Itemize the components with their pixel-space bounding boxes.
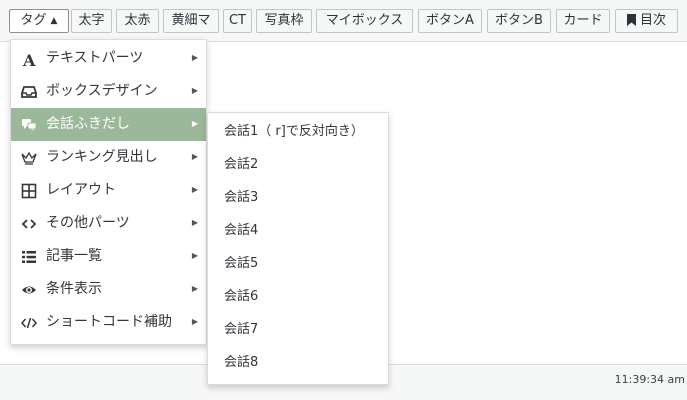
submenu-item-conversation-5[interactable]: 会話5 [208,247,388,280]
bookmark-icon [626,14,636,26]
menu-item-shortcode-helper[interactable]: ショートコード補助 ▶ [11,306,206,339]
bold-button[interactable]: 太字 [71,9,112,33]
menu-item-label: 記事一覧 [46,248,102,264]
ct-button[interactable]: CT [223,9,252,33]
submenu-item-conversation-2[interactable]: 会話2 [208,148,388,181]
crown-icon [21,151,37,165]
menu-item-label: レイアウト [46,182,116,198]
menu-item-label: 会話ふきだし [46,116,130,132]
quicktags-toolbar: タグ ▲ 太字 太赤 黄細マ CT 写真枠 マイボックス ボタンA ボタンB カー… [0,0,687,42]
menu-item-layout[interactable]: レイアウト ▶ [11,174,206,207]
chevron-right-icon: ▶ [191,53,198,62]
tag-button-label: タグ [20,13,47,28]
chevron-right-icon: ▶ [191,86,198,95]
submenu-item-conversation-1[interactable]: 会話1（ r]で反対向き） [208,115,388,148]
menu-item-ranking-heading[interactable]: ランキング見出し ▶ [11,141,206,174]
submenu-item-conversation-3[interactable]: 会話3 [208,181,388,214]
toc-button[interactable]: 目次 [615,9,678,33]
chevron-right-icon: ▶ [191,251,198,260]
chevron-right-icon: ▶ [191,218,198,227]
letter-a-icon: A [22,51,36,67]
eye-icon [22,286,36,294]
caret-up-icon: ▲ [50,16,58,26]
button-a-button[interactable]: ボタンA [418,9,482,33]
menu-item-conditional-display[interactable]: 条件表示 ▶ [11,273,206,306]
menu-item-label: テキストパーツ [46,50,144,66]
svg-text:A: A [22,51,36,67]
card-button[interactable]: カード [556,9,610,33]
grid-icon [21,183,37,199]
menu-item-label: ショートコード補助 [46,314,172,330]
list-icon [22,251,36,263]
chevron-right-icon: ▶ [191,185,198,194]
chevron-right-icon: ▶ [191,317,198,326]
menu-item-label: 条件表示 [46,281,102,297]
tag-dropdown-menu: A テキストパーツ ▶ ボックスデザイン ▶ 会話ふきだし ▶ ランキング見出し… [10,39,207,345]
chevron-right-icon: ▶ [191,152,198,161]
my-box-button[interactable]: マイボックス [316,9,413,33]
toc-button-label: 目次 [639,13,666,28]
photo-frame-button[interactable]: 写真枠 [256,9,312,33]
bold-red-button[interactable]: 太赤 [116,9,159,33]
menu-item-article-list[interactable]: 記事一覧 ▶ [11,240,206,273]
chevron-right-icon: ▶ [191,284,198,293]
submenu-item-conversation-7[interactable]: 会話7 [208,313,388,346]
menu-item-label: ランキング見出し [46,149,158,165]
submenu-item-conversation-6[interactable]: 会話6 [208,280,388,313]
code-slash-icon [21,317,37,329]
code-brackets-icon [21,219,37,229]
speech-bubbles-icon [22,119,37,131]
tag-dropdown-button[interactable]: タグ ▲ [9,9,69,33]
last-saved-time: 11:39:34 am [614,373,685,386]
inbox-tray-icon [21,86,37,98]
menu-item-conversation-bubble[interactable]: 会話ふきだし ▶ [11,108,206,141]
button-b-button[interactable]: ボタンB [487,9,551,33]
menu-item-box-design[interactable]: ボックスデザイン ▶ [11,75,206,108]
menu-item-text-parts[interactable]: A テキストパーツ ▶ [11,42,206,75]
chevron-right-icon: ▶ [191,119,198,128]
yellow-marker-button[interactable]: 黄細マ [163,9,219,33]
menu-item-label: ボックスデザイン [46,83,158,99]
conversation-submenu: 会話1（ r]で反対向き） 会話2 会話3 会話4 会話5 会話6 会話7 会話… [207,112,389,385]
menu-item-other-parts[interactable]: その他パーツ ▶ [11,207,206,240]
submenu-item-conversation-8[interactable]: 会話8 [208,346,388,379]
menu-item-label: その他パーツ [46,215,130,231]
submenu-item-conversation-4[interactable]: 会話4 [208,214,388,247]
